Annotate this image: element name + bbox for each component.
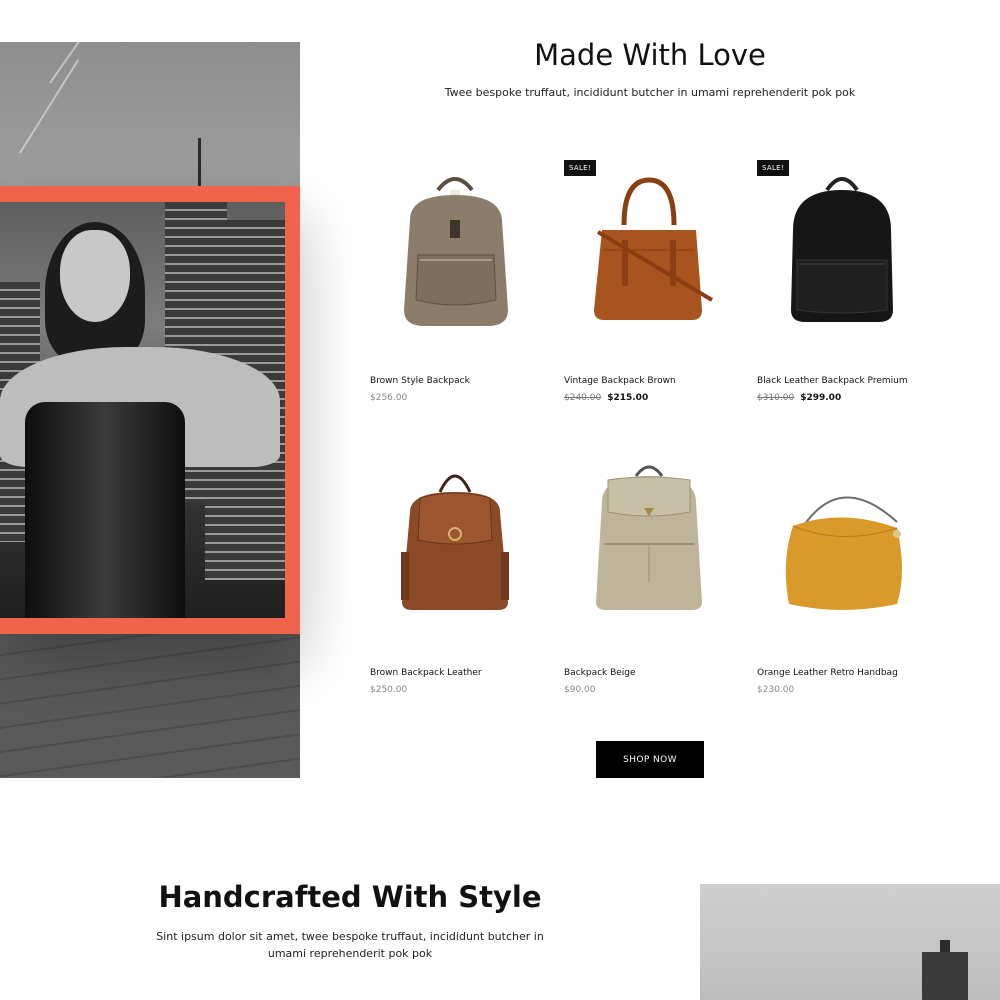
price-regular: $250.00 <box>370 685 408 695</box>
building <box>922 952 968 1000</box>
product-price: $90.00 <box>564 685 596 695</box>
product-price: $310.00 $299.00 <box>757 393 841 403</box>
hero-accent-frame <box>0 186 300 634</box>
subtitle-line: Sint ipsum dolor sit amet, twee bespoke … <box>156 930 544 943</box>
product-price: $240.00 $215.00 <box>564 393 648 403</box>
product-image[interactable]: SALE! <box>564 160 734 360</box>
subtitle-line: umami reprehenderit pok pok <box>267 947 433 960</box>
product-card[interactable]: Brown Style Backpack $256.00 <box>370 160 540 420</box>
product-price: $230.00 <box>757 685 794 695</box>
price-original: $310.00 <box>757 393 795 403</box>
model-photo <box>0 202 285 618</box>
sky-contrail <box>19 59 80 154</box>
product-name[interactable]: Brown Backpack Leather <box>370 668 482 678</box>
model-face <box>60 230 130 322</box>
product-image[interactable] <box>564 452 734 652</box>
section-title: Made With Love <box>534 38 766 72</box>
backpack-icon <box>596 465 702 610</box>
product-image[interactable] <box>757 452 927 652</box>
section-subtitle: Twee bespoke truffaut, incididunt butche… <box>444 86 856 99</box>
product-name[interactable]: Vintage Backpack Brown <box>564 376 676 386</box>
backpack-icon <box>404 177 508 326</box>
product-image[interactable]: SALE! <box>757 160 927 360</box>
price-regular: $230.00 <box>757 685 795 695</box>
product-image[interactable] <box>370 452 540 652</box>
price-original: $240.00 <box>564 393 602 403</box>
model-dress <box>25 402 185 618</box>
price-sale: $299.00 <box>800 393 842 403</box>
price-regular: $90.00 <box>564 685 596 695</box>
price-regular: $256.00 <box>370 393 408 403</box>
antenna <box>198 138 201 188</box>
product-price: $256.00 <box>370 393 407 403</box>
product-card[interactable]: SALE! Black Leather Backpack Premium $31… <box>757 160 927 420</box>
backpack-icon <box>791 177 893 322</box>
price-sale: $215.00 <box>607 393 649 403</box>
sky-contrail <box>49 42 91 84</box>
sale-badge: SALE! <box>757 160 789 176</box>
product-card[interactable]: Orange Leather Retro Handbag $230.00 <box>757 452 927 712</box>
handcrafted-photo <box>700 884 1000 1000</box>
product-card[interactable]: SALE! Vintage Backpack Brown $240.00 $215… <box>564 160 734 420</box>
product-price: $250.00 <box>370 685 407 695</box>
product-card[interactable]: Backpack Beige $90.00 <box>564 452 734 712</box>
section-subtitle: Sint ipsum dolor sit amet, twee bespoke … <box>150 928 550 962</box>
handbag-icon <box>594 177 714 320</box>
shop-now-button[interactable]: SHOP NOW <box>596 741 704 778</box>
product-name[interactable]: Backpack Beige <box>564 668 636 678</box>
product-card[interactable]: Brown Backpack Leather $250.00 <box>370 452 540 712</box>
product-image[interactable] <box>370 160 540 360</box>
sale-badge: SALE! <box>564 160 596 176</box>
handbag-icon <box>785 496 902 610</box>
product-name[interactable]: Orange Leather Retro Handbag <box>757 668 898 678</box>
product-name[interactable]: Brown Style Backpack <box>370 376 470 386</box>
product-name[interactable]: Black Leather Backpack Premium <box>757 376 908 386</box>
pavement <box>0 632 300 778</box>
backpack-icon <box>401 474 509 610</box>
section-title: Handcrafted With Style <box>158 880 542 914</box>
